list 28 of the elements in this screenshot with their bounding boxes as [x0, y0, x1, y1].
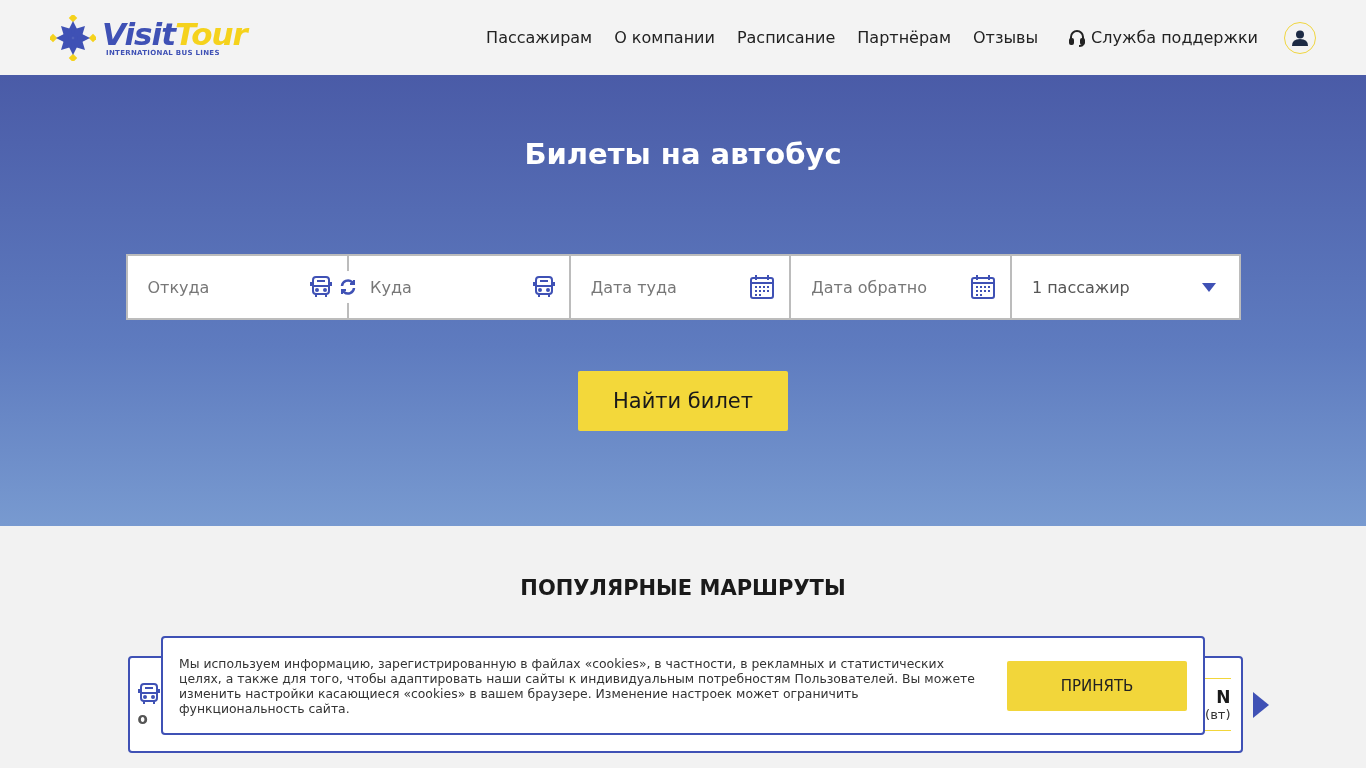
accept-button[interactable]: ПРИНЯТЬ [1007, 660, 1187, 711]
user-icon [1292, 29, 1308, 46]
nav-link[interactable]: Отзывы [973, 28, 1039, 47]
date-field[interactable]: Дата туда [590, 277, 750, 297]
city-field[interactable]: Куда [370, 277, 533, 297]
page-title: Билеты на автобус [524, 137, 842, 173]
route-text: о [137, 709, 148, 728]
city-field[interactable]: Откуда [147, 277, 311, 297]
nav-link[interactable]: О компании [614, 28, 715, 47]
calendar-icon [969, 274, 996, 300]
nav-link[interactable]: Пассажирам [486, 28, 593, 47]
bus-icon [532, 275, 555, 299]
headset-icon [1068, 28, 1087, 47]
support-link[interactable]: Служба поддержки [1068, 28, 1258, 47]
find-ticket-button[interactable]: Найти билет [578, 371, 788, 431]
passenger-dropdown[interactable]: 1 пассажир [1009, 256, 1239, 318]
date-field[interactable]: Дата обратно [811, 277, 970, 297]
snowflake-logo-icon [50, 14, 96, 61]
nav-link[interactable]: Партнёрам [857, 28, 951, 47]
calendar-icon [749, 274, 776, 300]
cookie-notice: Мы используем информацию, зарегистрированную в файлах «cookies», в частности, в рекламных и статистических целях, а также для того, чтобы адаптировать наши сайты к индивидуальным потребностям Пользователей. Вы можете изменить настройки касающиеся «cookies» в вашем браузере. Изменение настроек может ограничить функциональность сайта. [179, 655, 976, 716]
next-arrow-icon[interactable] [1252, 691, 1269, 718]
section-heading: ПОПУЛЯРНЫЕ МАРШРУТЫ [520, 576, 846, 602]
route-note: (вт) [1205, 707, 1231, 722]
route-title: N [1216, 687, 1231, 707]
nav-link[interactable]: Расписание [736, 28, 836, 47]
bus-icon [310, 275, 333, 299]
caret-icon [1202, 282, 1217, 292]
